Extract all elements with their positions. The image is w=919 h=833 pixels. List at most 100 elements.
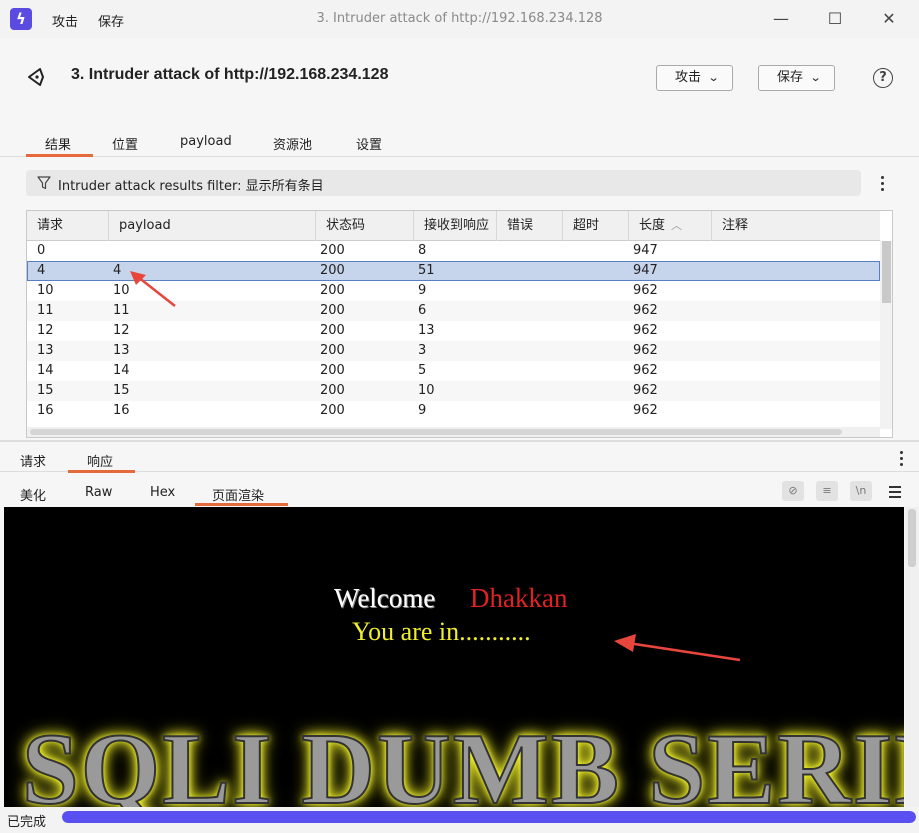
table-cell: 11 [113,303,130,318]
sort-ascending-icon: ︿ [671,219,683,232]
active-tab-indicator [195,503,288,506]
tab-positions[interactable]: 位置 [112,134,138,153]
column-header-length[interactable]: 长度 ︿ [629,211,712,241]
table-cell: 200 [320,323,345,338]
column-header-comment[interactable]: 注释 [712,211,880,241]
table-body: 0 200 8 947 4 4 200 51 947 10 10 200 9 962 11 11 200 6 962… [27,241,880,421]
active-tab-indicator [26,154,93,157]
table-cell: 10 [113,283,130,298]
newline-icon[interactable]: \n [850,481,872,501]
table-row[interactable]: 11 11 200 6 962 [27,301,880,321]
hide-icon[interactable]: ⊘ [782,481,804,501]
table-cell: 12 [37,323,54,338]
menu-save[interactable]: 保存 [98,11,124,30]
table-cell: 962 [633,303,658,318]
table-cell: 200 [320,243,345,258]
table-horizontal-scrollbar[interactable] [27,427,880,437]
table-header: 请求 payload 状态码 接收到响应 错误 超时 长度 ︿ 注释 [27,211,880,241]
length-header-label: 长度 [639,218,666,233]
scrollbar-thumb[interactable] [30,429,842,435]
table-row[interactable]: 15 15 200 10 962 [27,381,880,401]
table-cell: 962 [633,283,658,298]
scrollbar-thumb[interactable] [908,509,916,567]
tab-results[interactable]: 结果 [45,134,71,153]
results-filter-bar[interactable]: Intruder attack results filter: 显示所有条目 [26,170,861,196]
table-row[interactable]: 16 16 200 9 962 [27,401,880,421]
table-row[interactable]: 4 4 200 51 947 [27,261,880,281]
save-dropdown-button[interactable]: 保存 ⌄ [758,65,836,91]
filter-more-icon[interactable] [881,176,885,194]
attack-button-label: 攻击 [675,70,702,85]
table-cell: 9 [418,403,427,418]
minimize-icon[interactable]: — [763,6,799,32]
table-cell: 15 [113,383,130,398]
table-cell: 6 [418,303,427,318]
table-vertical-scrollbar[interactable] [880,241,892,429]
table-row[interactable]: 10 10 200 9 962 [27,281,880,301]
table-row[interactable]: 12 12 200 13 962 [27,321,880,341]
column-header-status[interactable]: 状态码 [316,211,414,241]
column-header-response-received[interactable]: 接收到响应 [414,211,497,241]
table-cell: 962 [633,383,658,398]
table-cell: 0 [37,243,46,258]
tab-render[interactable]: 页面渲染 [212,485,264,504]
username-text: Dhakkan [470,583,568,613]
rendered-page: Welcome Dhakkan You are in........... SQ… [4,507,904,807]
sqli-banner-image: SQLI DUMB SERIES [21,712,904,807]
tab-settings[interactable]: 设置 [356,134,382,153]
filter-text: Intruder attack results filter: 显示所有条目 [58,179,324,194]
table-cell: 4 [37,263,46,278]
table-cell: 200 [320,403,345,418]
save-button-label: 保存 [777,70,804,85]
title-bar: ϟ 攻击 保存 3. Intruder attack of http://192… [0,0,919,38]
attack-header: 3. Intruder attack of http://192.168.234… [0,38,919,118]
column-header-request[interactable]: 请求 [27,211,109,241]
table-cell: 8 [418,243,427,258]
results-table: 请求 payload 状态码 接收到响应 错误 超时 长度 ︿ 注释 0 200 8 9… [26,210,893,438]
menu-attack[interactable]: 攻击 [52,11,78,30]
tab-response[interactable]: 响应 [87,451,113,470]
pane-more-icon[interactable] [900,451,904,469]
burp-app-icon: ϟ [10,8,32,30]
table-cell: 200 [320,283,345,298]
wrap-lines-icon[interactable]: ≡ [816,481,838,501]
column-header-payload[interactable]: payload [109,211,316,241]
table-row[interactable]: 0 200 8 947 [27,241,880,261]
table-cell: 10 [37,283,54,298]
table-cell: 962 [633,363,658,378]
help-icon[interactable]: ? [873,68,893,88]
progress-fill [62,811,916,823]
close-icon[interactable]: ✕ [871,6,907,32]
table-cell: 962 [633,323,658,338]
table-cell: 200 [320,363,345,378]
tab-raw[interactable]: Raw [85,485,112,500]
tab-request[interactable]: 请求 [20,451,46,470]
login-message: You are in........... [352,617,531,646]
menu-icon[interactable] [889,486,901,501]
table-cell: 15 [37,383,54,398]
table-row[interactable]: 13 13 200 3 962 [27,341,880,361]
target-back-icon[interactable] [24,66,48,88]
column-header-error[interactable]: 错误 [497,211,563,241]
table-row[interactable]: 14 14 200 5 962 [27,361,880,381]
chevron-down-icon: ⌄ [707,71,720,84]
welcome-text: Welcome [334,583,436,613]
table-cell: 200 [320,383,345,398]
chevron-down-icon: ⌄ [809,71,822,84]
table-cell: 13 [113,343,130,358]
column-header-timeout[interactable]: 超时 [563,211,629,241]
render-scrollbar[interactable] [905,507,919,807]
table-cell: 16 [113,403,130,418]
tab-payload[interactable]: payload [180,134,232,149]
tab-pretty[interactable]: 美化 [20,485,46,504]
maximize-icon[interactable]: ☐ [817,6,853,32]
table-cell: 947 [633,263,658,278]
attack-dropdown-button[interactable]: 攻击 ⌄ [656,65,734,91]
scrollbar-thumb[interactable] [882,241,891,303]
table-cell: 200 [320,343,345,358]
table-cell: 9 [418,283,427,298]
tab-resource-pool[interactable]: 资源池 [273,134,312,153]
tab-hex[interactable]: Hex [150,485,175,500]
table-cell: 14 [37,363,54,378]
table-cell: 10 [418,383,435,398]
